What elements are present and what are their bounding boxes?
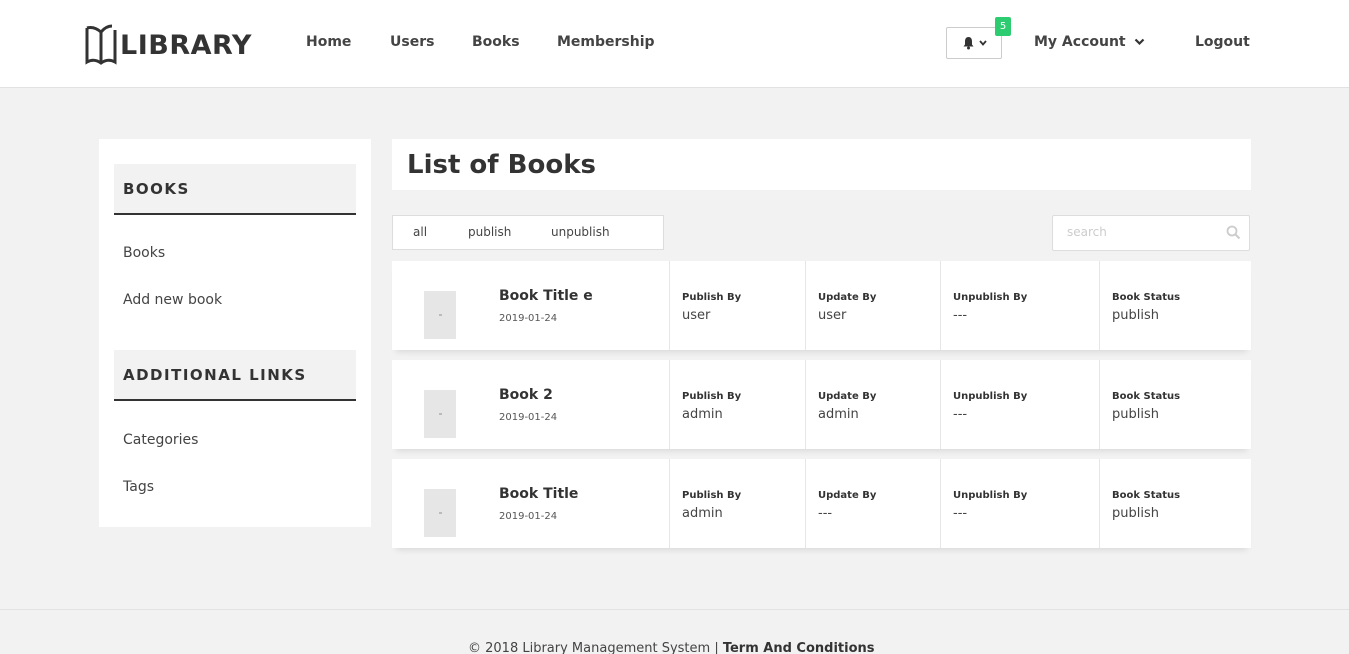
unpublish-by-value: --- xyxy=(953,308,968,323)
book-thumbnail xyxy=(424,489,456,537)
sidebar: BOOKS Books Add new book ADDITIONAL LINK… xyxy=(99,139,371,527)
book-status-value: publish xyxy=(1112,308,1159,323)
publish-by-cell: Publish By admin xyxy=(669,360,805,449)
library-logo[interactable]: LIBRARY xyxy=(84,24,252,66)
search-box xyxy=(1052,215,1250,251)
update-by-value: admin xyxy=(818,407,859,422)
notification-count-badge: 5 xyxy=(995,17,1011,36)
sidebar-link-add-new-book[interactable]: Add new book xyxy=(123,292,222,308)
publish-by-cell: Publish By admin xyxy=(669,459,805,548)
footer-copyright: © 2018 Library Management System | xyxy=(468,641,719,654)
search-icon[interactable] xyxy=(1226,225,1241,240)
footer: © 2018 Library Management System | Term … xyxy=(0,609,1349,654)
chevron-down-icon xyxy=(1134,38,1144,46)
filter-tabs: all publish unpublish xyxy=(392,215,664,250)
update-by-value: --- xyxy=(818,506,833,521)
unpublish-by-cell: Unpublish By --- xyxy=(940,459,1099,548)
notifications-button[interactable] xyxy=(946,27,1002,59)
update-by-label: Update By xyxy=(818,292,877,303)
nav-books[interactable]: Books xyxy=(472,34,520,50)
bell-icon xyxy=(963,37,973,50)
book-status-cell: Book Status publish xyxy=(1099,459,1251,548)
book-row[interactable]: Book Title e 2019-01-24 Publish By user … xyxy=(392,261,1251,350)
nav-users[interactable]: Users xyxy=(390,34,434,50)
book-date: 2019-01-24 xyxy=(499,412,558,423)
book-status-cell: Book Status publish xyxy=(1099,360,1251,449)
sidebar-link-tags[interactable]: Tags xyxy=(123,479,154,495)
update-by-label: Update By xyxy=(818,490,877,501)
book-status-label: Book Status xyxy=(1112,292,1181,303)
book-row[interactable]: Book Title 2019-01-24 Publish By admin U… xyxy=(392,459,1251,548)
nav-membership[interactable]: Membership xyxy=(557,34,655,50)
footer-text: © 2018 Library Management System | Term … xyxy=(468,641,875,654)
search-input[interactable] xyxy=(1067,225,1217,239)
publish-by-value: admin xyxy=(682,407,723,422)
logout-link[interactable]: Logout xyxy=(1195,34,1250,50)
book-date: 2019-01-24 xyxy=(499,511,558,522)
unpublish-by-label: Unpublish By xyxy=(953,490,1028,501)
update-by-label: Update By xyxy=(818,391,877,402)
publish-by-value: user xyxy=(682,308,711,323)
filter-tab-all[interactable]: all xyxy=(413,225,427,239)
nav-home[interactable]: Home xyxy=(306,34,351,50)
top-header: LIBRARY Home Users Books Membership 5 My… xyxy=(0,0,1349,88)
book-row[interactable]: Book 2 2019-01-24 Publish By admin Updat… xyxy=(392,360,1251,449)
unpublish-by-label: Unpublish By xyxy=(953,391,1028,402)
book-thumbnail xyxy=(424,291,456,339)
update-by-cell: Update By user xyxy=(805,261,940,350)
page-title: List of Books xyxy=(407,149,596,180)
filter-tab-unpublish[interactable]: unpublish xyxy=(551,225,610,239)
book-thumbnail xyxy=(424,390,456,438)
update-by-cell: Update By admin xyxy=(805,360,940,449)
book-status-cell: Book Status publish xyxy=(1099,261,1251,350)
book-status-value: publish xyxy=(1112,407,1159,422)
unpublish-by-value: --- xyxy=(953,506,968,521)
sidebar-heading-additional-links: ADDITIONAL LINKS xyxy=(114,350,356,401)
book-title[interactable]: Book Title xyxy=(499,486,578,502)
book-logo-icon xyxy=(85,24,117,65)
filter-tab-publish[interactable]: publish xyxy=(468,225,511,239)
book-title[interactable]: Book 2 xyxy=(499,387,553,403)
book-title[interactable]: Book Title e xyxy=(499,288,593,304)
unpublish-by-cell: Unpublish By --- xyxy=(940,261,1099,350)
book-status-label: Book Status xyxy=(1112,391,1181,402)
sidebar-link-categories[interactable]: Categories xyxy=(123,432,198,448)
update-by-cell: Update By --- xyxy=(805,459,940,548)
publish-by-label: Publish By xyxy=(682,391,742,402)
unpublish-by-label: Unpublish By xyxy=(953,292,1028,303)
my-account-label: My Account xyxy=(1034,34,1126,50)
logo-text: LIBRARY xyxy=(120,29,252,61)
update-by-value: user xyxy=(818,308,847,323)
page-title-box: List of Books xyxy=(392,139,1251,190)
book-date: 2019-01-24 xyxy=(499,313,558,324)
publish-by-label: Publish By xyxy=(682,490,742,501)
publish-by-label: Publish By xyxy=(682,292,742,303)
chevron-down-icon xyxy=(978,40,987,46)
my-account-menu[interactable]: My Account xyxy=(1034,34,1145,50)
book-status-value: publish xyxy=(1112,506,1159,521)
book-status-label: Book Status xyxy=(1112,490,1181,501)
terms-link[interactable]: Term And Conditions xyxy=(723,641,875,654)
sidebar-heading-books: BOOKS xyxy=(114,164,356,215)
unpublish-by-cell: Unpublish By --- xyxy=(940,360,1099,449)
unpublish-by-value: --- xyxy=(953,407,968,422)
sidebar-link-books[interactable]: Books xyxy=(123,245,165,261)
publish-by-value: admin xyxy=(682,506,723,521)
publish-by-cell: Publish By user xyxy=(669,261,805,350)
